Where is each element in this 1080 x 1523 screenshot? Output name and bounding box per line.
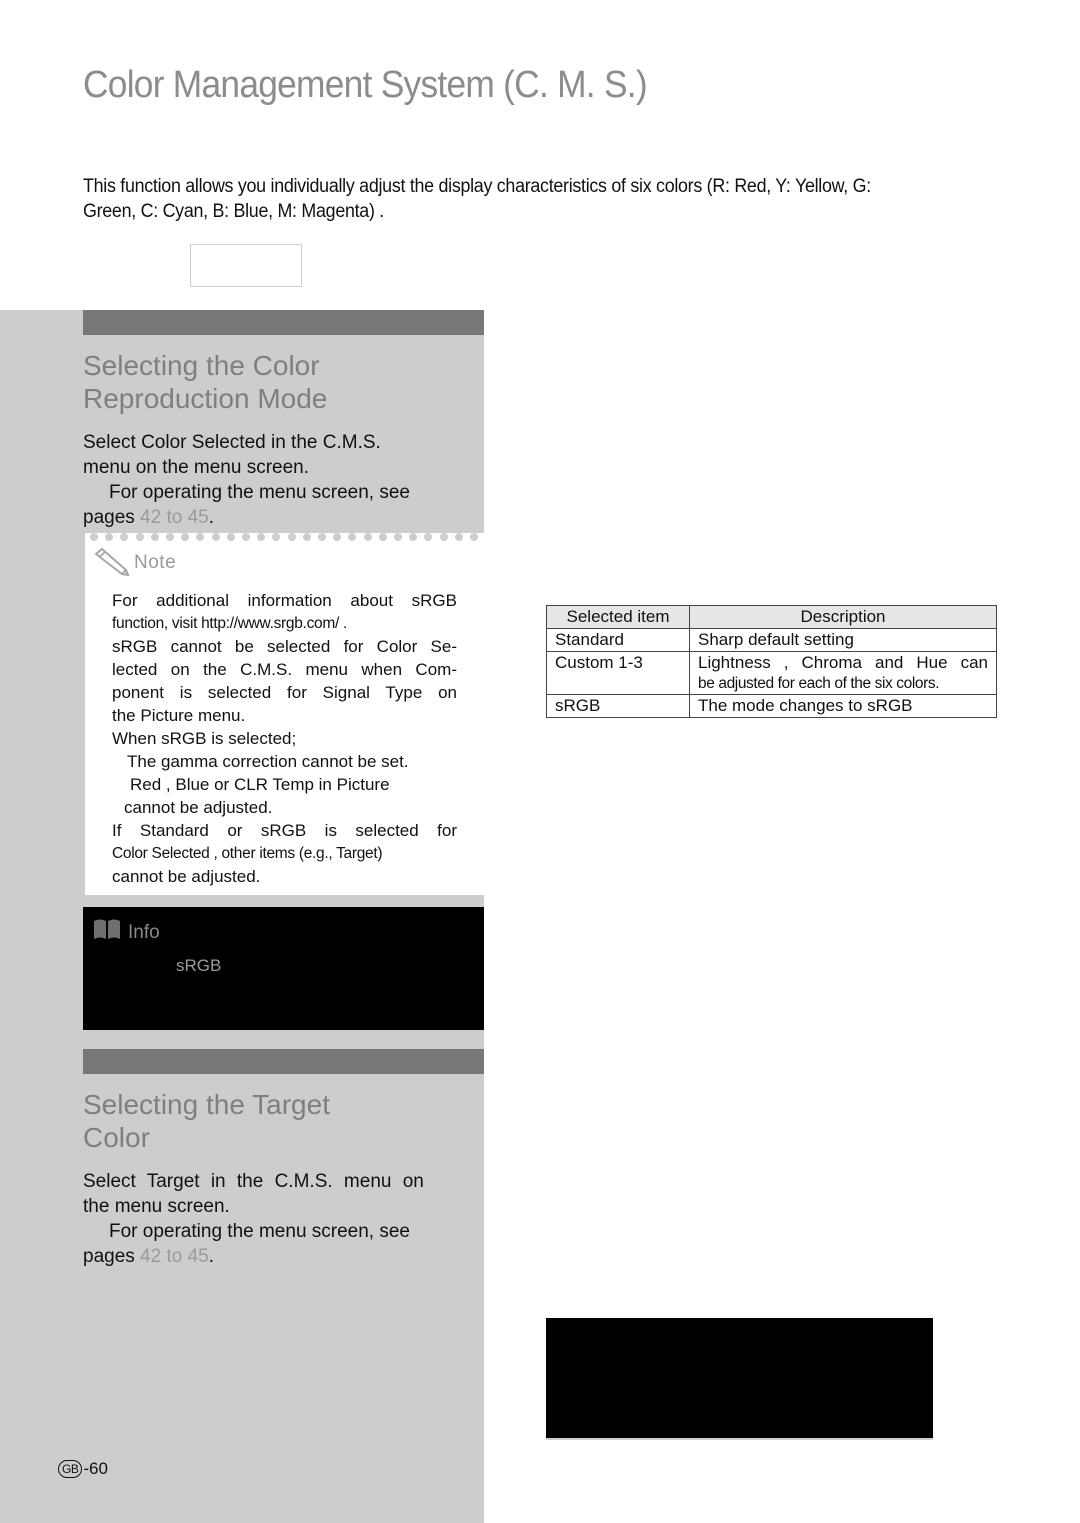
table-row: Custom 1-3 Lightness , Chroma and Hue ca… xyxy=(546,651,997,695)
page-link[interactable]: 42 to 45 xyxy=(140,507,209,528)
section-heading-color-mode: Selecting the Color Reproduction Mode xyxy=(83,349,483,415)
note-line: the Picture menu. xyxy=(112,706,246,725)
note-line: When sRGB is selected; xyxy=(112,729,297,748)
table-cell-desc: The mode changes to sRGB xyxy=(689,694,997,718)
heading-line: Reproduction Mode xyxy=(83,383,328,414)
reference-pages: pages 42 to 45. xyxy=(83,505,475,530)
divider-dot xyxy=(318,533,326,541)
note-line: cannot be adjusted. xyxy=(112,867,261,886)
divider-dot xyxy=(363,533,372,541)
divider-dot xyxy=(166,533,174,541)
info-label: Info xyxy=(128,921,160,943)
divider-dot xyxy=(470,533,478,541)
region-badge: GB xyxy=(58,1460,83,1478)
note-line: If Standard or sRGB is selected for xyxy=(112,821,457,840)
divider-dot xyxy=(409,533,418,541)
info-header: Info xyxy=(92,918,160,947)
note-line: sRGB cannot be selected for Color Se- xyxy=(112,637,457,656)
divider-dot xyxy=(105,533,114,541)
reference-pages: pages 42 to 45. xyxy=(83,1244,475,1269)
note-line: The gamma correction cannot be set. xyxy=(127,752,409,771)
desc-line: be adjusted for each of the six colors. xyxy=(698,675,940,692)
divider-dot xyxy=(348,533,357,541)
divider-dot xyxy=(454,533,463,541)
heading-line: Selecting the Target xyxy=(83,1089,330,1120)
divider-dot xyxy=(394,533,402,541)
divider-dot xyxy=(424,533,433,541)
reference-text: For operating the menu screen, see xyxy=(109,482,411,503)
step-text: Select Color Selected in the C.M.S. xyxy=(83,432,381,453)
note-line: function, visit http://www.srgb.com/ . xyxy=(112,615,347,632)
divider-dot xyxy=(135,533,144,541)
table-cell-desc: Lightness , Chroma and Hue can be adjust… xyxy=(689,651,997,695)
divider-dot xyxy=(378,533,387,541)
note-line: Color Selected , other items (e.g., Targ… xyxy=(112,845,383,862)
note-line: ponent is selected for Signal Type on xyxy=(112,683,457,702)
divider-dot xyxy=(439,533,448,541)
heading-line: Selecting the Color xyxy=(83,350,320,381)
table-row: Standard Sharp default setting xyxy=(546,628,997,652)
page-number-text: -60 xyxy=(83,1459,108,1478)
pencil-icon xyxy=(92,546,132,581)
page-link[interactable]: 42 to 45 xyxy=(140,1246,209,1267)
step-text: menu on the menu screen. xyxy=(83,457,310,478)
table-cell-item: Custom 1-3 xyxy=(546,651,690,695)
note-line: Red , Blue or CLR Temp in Picture xyxy=(130,775,390,794)
intro-paragraph: This function allows you individually ad… xyxy=(83,176,871,222)
ref-prefix: pages xyxy=(83,507,141,528)
table-header-row: Selected item Description xyxy=(546,605,997,629)
divider-dot xyxy=(272,533,281,541)
section-bar-1 xyxy=(83,310,484,335)
step-text: the menu screen. xyxy=(83,1196,230,1217)
ref-suffix: . xyxy=(208,507,214,528)
section-1-steps: Select Color Selected in the C.M.S. menu… xyxy=(83,430,475,530)
divider-dot xyxy=(196,533,205,541)
divider-dot xyxy=(226,533,235,541)
note-body: For additional information about sRGB fu… xyxy=(112,589,457,888)
divider-dot xyxy=(287,533,296,541)
divider-dot xyxy=(120,533,129,541)
page-title: Color Management System (C. M. S.) xyxy=(83,64,648,106)
table-row: sRGB The mode changes to sRGB xyxy=(546,694,997,718)
note-line: cannot be adjusted. xyxy=(124,798,273,817)
heading-line: Color xyxy=(83,1122,150,1153)
info-text: sRGB xyxy=(176,956,222,975)
table-cell-item: sRGB xyxy=(546,694,690,718)
divider-dot xyxy=(181,533,190,541)
section-heading-target-color: Selecting the Target Color xyxy=(83,1088,483,1154)
divider-dot xyxy=(211,533,220,541)
section-bar-2 xyxy=(83,1049,484,1074)
blank-placeholder-box xyxy=(190,244,302,287)
table-cell-desc: Sharp default setting xyxy=(689,628,997,652)
divider-dot xyxy=(257,533,266,541)
divider-dot xyxy=(242,533,250,541)
column-header: Selected item xyxy=(546,605,690,629)
screen-image-placeholder xyxy=(546,1318,933,1440)
note-header: Note xyxy=(92,546,177,581)
divider-dot xyxy=(333,533,342,541)
page-number: GB -60 xyxy=(58,1459,108,1479)
note-label: Note xyxy=(134,552,177,573)
reference-text: For operating the menu screen, see xyxy=(109,1221,411,1242)
column-header: Description xyxy=(689,605,997,629)
step-text: Select Target in the C.M.S. menu on xyxy=(83,1171,424,1192)
section-2-steps: Select Target in the C.M.S. menu on the … xyxy=(83,1169,475,1269)
note-line: lected on the C.M.S. menu when Com- xyxy=(112,660,457,679)
desc-line: Lightness , Chroma and Hue can xyxy=(698,653,988,672)
note-line: For additional information about sRGB xyxy=(112,591,457,610)
divider-dot xyxy=(302,533,311,541)
table-cell-item: Standard xyxy=(546,628,690,652)
ref-prefix: pages xyxy=(83,1246,141,1267)
color-selected-table: Selected item Description Standard Sharp… xyxy=(546,605,997,718)
dotted-divider xyxy=(90,532,484,542)
book-icon xyxy=(92,918,122,947)
divider-dot xyxy=(90,533,98,541)
ref-suffix: . xyxy=(208,1246,214,1267)
divider-dot xyxy=(150,533,159,541)
